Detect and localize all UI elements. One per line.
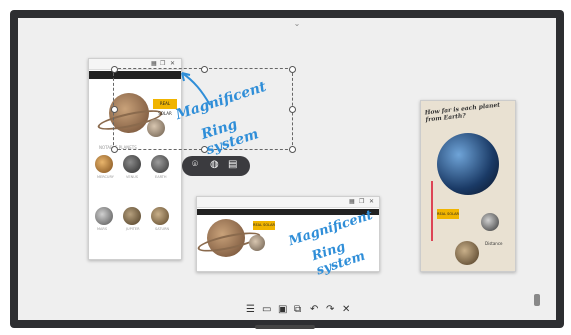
thumb-label: VENUS bbox=[126, 175, 139, 179]
duplicate-icon[interactable]: ⧉ bbox=[294, 304, 301, 315]
whiteboard-canvas[interactable]: ⌄ ▦ ❐ ✕ REAL SOLAR NOTABLE PLANETS MERCU… bbox=[18, 18, 556, 320]
annotation-arrow bbox=[181, 72, 211, 106]
headline-badge: REAL SOLAR bbox=[253, 221, 275, 230]
close-icon[interactable]: ✕ bbox=[369, 198, 374, 205]
selection-toolbar: ⌾ ◍ ▤ bbox=[182, 156, 250, 176]
planet-thumb bbox=[481, 213, 499, 231]
planet-thumb bbox=[95, 155, 113, 173]
distance-line bbox=[431, 181, 433, 241]
headline-badge: REAL SOLAR bbox=[437, 209, 459, 219]
thumb-label: MERCURY bbox=[97, 175, 114, 179]
side-handle-icon[interactable] bbox=[534, 294, 540, 306]
globe-icon[interactable]: ◍ bbox=[210, 159, 219, 170]
earth-image bbox=[437, 133, 499, 195]
list-icon[interactable]: ☰ bbox=[246, 304, 255, 315]
close-icon[interactable]: ✕ bbox=[342, 304, 350, 315]
document-icon[interactable]: ▤ bbox=[228, 159, 237, 170]
distance-label: Distance bbox=[485, 241, 503, 246]
resize-handle[interactable] bbox=[111, 146, 118, 153]
resize-handle[interactable] bbox=[289, 106, 296, 113]
bottom-toolbar: ☰ ▭ ▣ ⧉ ↶ ↷ ✕ bbox=[246, 302, 366, 320]
close-icon[interactable]: ✕ bbox=[170, 60, 175, 67]
moon-image bbox=[249, 235, 265, 251]
copy-icon[interactable]: ❐ bbox=[160, 60, 165, 67]
planet-thumb bbox=[123, 155, 141, 173]
sticky-note-icon[interactable]: ▭ bbox=[262, 304, 271, 315]
grid-icon[interactable]: ▦ bbox=[349, 198, 355, 205]
selection-box[interactable]: Magnificent Ring system bbox=[111, 66, 296, 158]
document-window-middle[interactable]: ▦ ❐ ✕ REAL SOLAR Magnificent Ring system bbox=[196, 196, 380, 278]
planet-thumb bbox=[123, 207, 141, 225]
document-titlebar: ▦ ❐ ✕ bbox=[197, 197, 379, 208]
planet-thumb bbox=[151, 207, 169, 225]
resize-handle[interactable] bbox=[111, 106, 118, 113]
undo-icon[interactable]: ↶ bbox=[310, 304, 318, 315]
chevron-down-icon[interactable]: ⌄ bbox=[289, 19, 305, 28]
redo-icon[interactable]: ↷ bbox=[326, 304, 334, 315]
board-icon[interactable]: ▣ bbox=[278, 304, 287, 315]
bezel-bottom-strip bbox=[255, 325, 315, 329]
planet-thumb bbox=[455, 241, 479, 265]
grid-icon[interactable]: ▦ bbox=[151, 60, 157, 67]
thumb-label: SATURN bbox=[155, 227, 170, 231]
thumb-label: EARTH bbox=[155, 175, 167, 179]
resize-handle[interactable] bbox=[289, 66, 296, 73]
planet-thumb bbox=[151, 155, 169, 173]
doc-title: How far is each planet from Earth? bbox=[424, 101, 501, 124]
planet-thumb bbox=[95, 207, 113, 225]
thumb-label: MARS bbox=[97, 227, 108, 231]
copy-icon[interactable]: ❐ bbox=[359, 198, 364, 205]
thumb-label: JUPITER bbox=[126, 227, 140, 231]
document-window-right[interactable]: How far is each planet from Earth? REAL … bbox=[420, 100, 516, 272]
device-bezel: ⌄ ▦ ❐ ✕ REAL SOLAR NOTABLE PLANETS MERCU… bbox=[0, 0, 571, 335]
resize-handle[interactable] bbox=[289, 146, 296, 153]
resize-handle[interactable] bbox=[111, 66, 118, 73]
camera-icon[interactable]: ⌾ bbox=[192, 159, 198, 170]
